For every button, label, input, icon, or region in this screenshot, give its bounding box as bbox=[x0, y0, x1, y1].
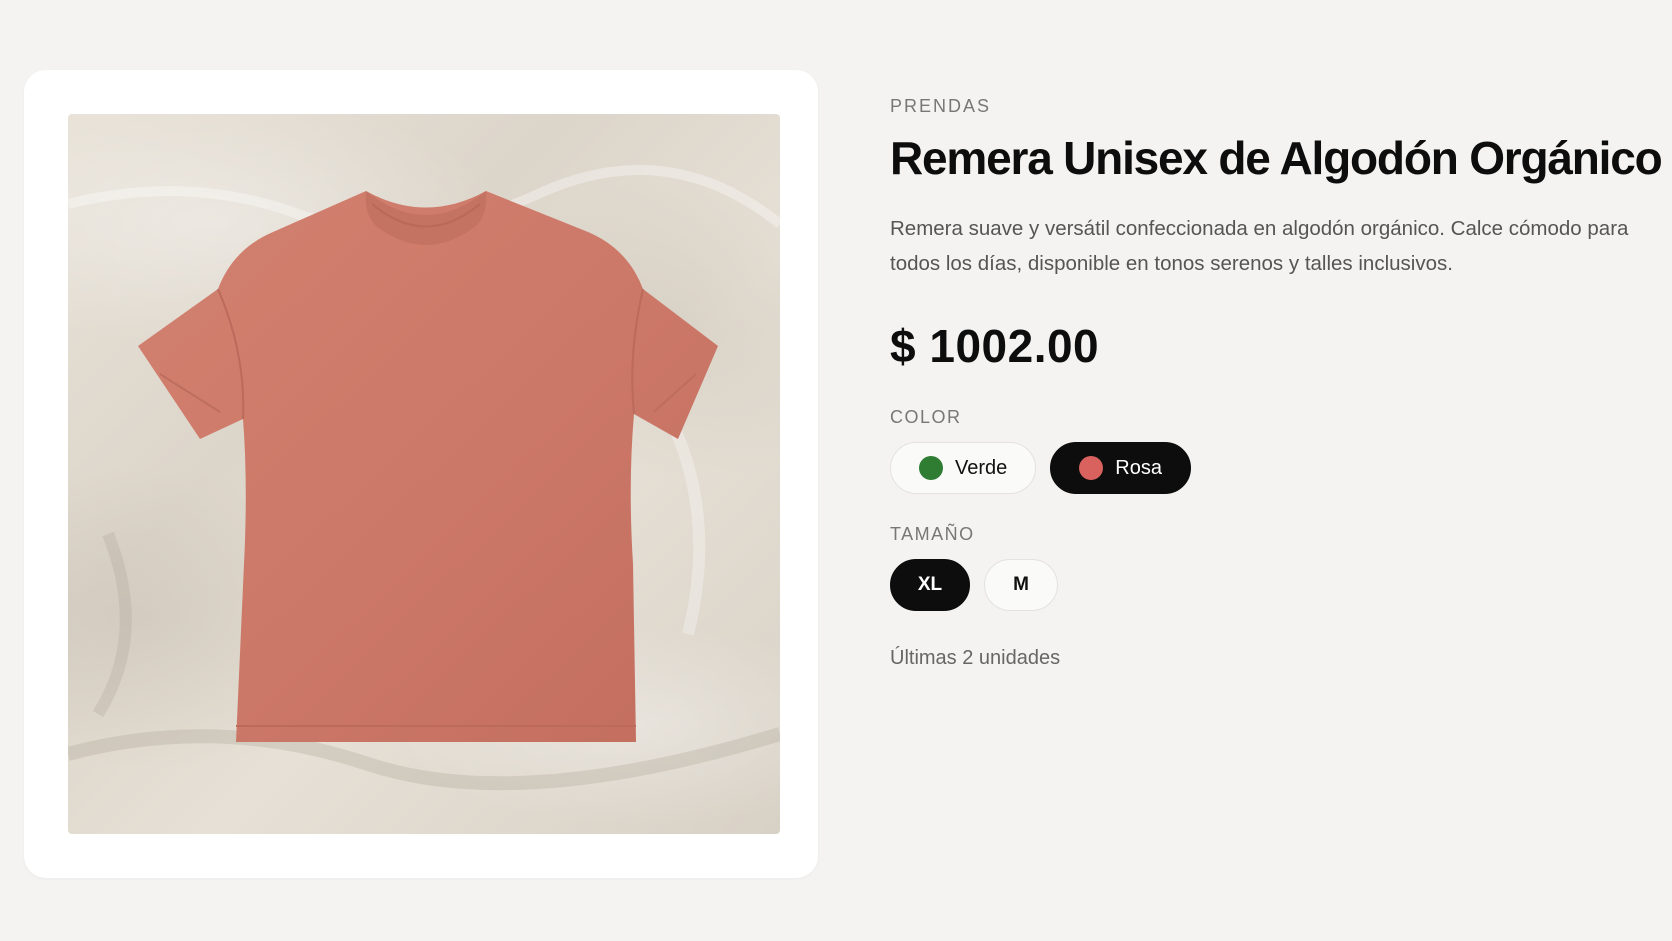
color-option-verde[interactable]: Verde bbox=[890, 442, 1037, 494]
size-option-xl[interactable]: XL bbox=[890, 559, 970, 611]
color-option-rosa[interactable]: Rosa bbox=[1050, 442, 1191, 494]
size-option-m[interactable]: M bbox=[984, 559, 1058, 611]
product-info: PRENDAS Remera Unisex de Algodón Orgánic… bbox=[890, 96, 1663, 670]
product-title: Remera Unisex de Algodón Orgánico bbox=[890, 132, 1663, 184]
tshirt-icon bbox=[68, 165, 780, 791]
product-description: Remera suave y versátil confeccionada en… bbox=[890, 217, 1629, 275]
color-swatch-verde bbox=[919, 456, 943, 480]
color-option-label: Verde bbox=[955, 456, 1008, 479]
product-page: PRENDAS Remera Unisex de Algodón Orgánic… bbox=[0, 0, 1672, 941]
color-options: Verde Rosa bbox=[890, 442, 1660, 494]
product-image-card bbox=[24, 70, 818, 878]
product-category[interactable]: PRENDAS bbox=[890, 96, 1660, 117]
size-options: XL M bbox=[890, 559, 1660, 611]
product-photo[interactable] bbox=[68, 114, 780, 834]
product-price: $ 1002.00 bbox=[890, 320, 1100, 372]
color-option-label: Rosa bbox=[1115, 456, 1162, 479]
color-section-label: COLOR bbox=[890, 407, 962, 427]
size-section-label: TAMAÑO bbox=[890, 524, 975, 544]
color-swatch-rosa bbox=[1079, 456, 1104, 480]
stock-note: Últimas 2 unidades bbox=[890, 647, 1061, 669]
